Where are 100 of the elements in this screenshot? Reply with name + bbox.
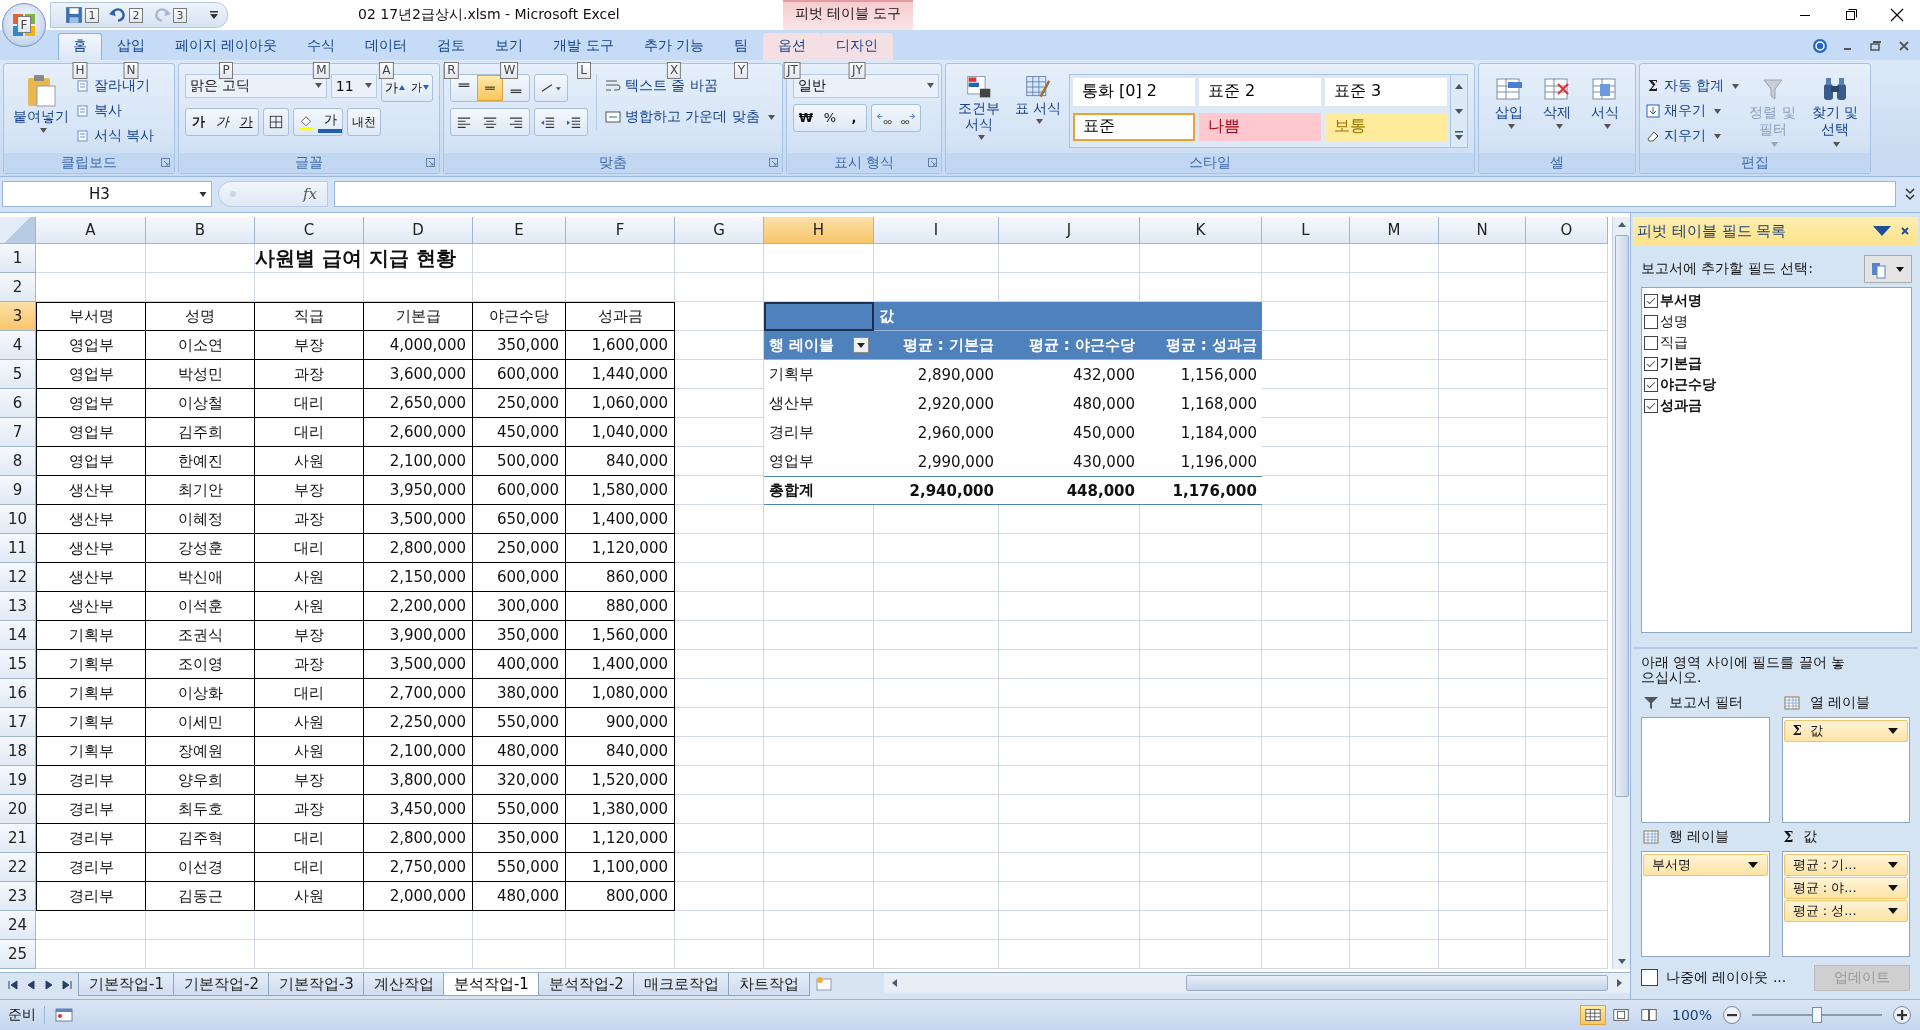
row-header[interactable]: 9 bbox=[0, 476, 36, 506]
zoom-level[interactable]: 100% bbox=[1671, 1007, 1712, 1024]
ribbon-tab[interactable]: 데이터 bbox=[350, 32, 423, 60]
merge-center-button[interactable]: 병합하고 가운데 맞춤 bbox=[605, 104, 775, 130]
column-header[interactable]: C bbox=[255, 217, 364, 245]
column-header[interactable]: O bbox=[1526, 217, 1608, 245]
row-header[interactable]: 16 bbox=[0, 679, 36, 709]
field-chip[interactable]: 평균 : 기... bbox=[1783, 853, 1908, 876]
values-area[interactable]: 평균 : 기... 평균 : 야... 평균 : 성... bbox=[1781, 850, 1910, 957]
column-header[interactable]: K bbox=[1140, 217, 1262, 245]
font-size-dropdown[interactable]: 11 bbox=[330, 73, 377, 98]
row-header[interactable]: 11 bbox=[0, 534, 36, 564]
italic-button[interactable]: 가 bbox=[210, 108, 234, 135]
scrollbar-thumb[interactable] bbox=[1185, 975, 1608, 992]
clear-button[interactable]: 지우기 bbox=[1646, 123, 1740, 149]
macro-record-icon[interactable] bbox=[55, 1007, 73, 1024]
row-header[interactable]: 25 bbox=[0, 940, 36, 970]
field-checkbox[interactable] bbox=[1644, 335, 1658, 350]
field-label[interactable]: 기본급 bbox=[1660, 354, 1702, 373]
column-header[interactable]: I bbox=[874, 217, 999, 245]
column-header[interactable]: N bbox=[1439, 217, 1526, 245]
zoom-out-button[interactable] bbox=[1722, 1005, 1742, 1026]
bold-button[interactable]: 가 bbox=[186, 108, 210, 135]
sheet-tab[interactable]: 차트작업 bbox=[727, 973, 810, 997]
layout-options-icon[interactable] bbox=[1864, 255, 1912, 284]
row-header[interactable]: 18 bbox=[0, 737, 36, 767]
row-header[interactable]: 10 bbox=[0, 505, 36, 535]
field-chip[interactable]: 평균 : 야... bbox=[1783, 876, 1908, 899]
caret-icon[interactable] bbox=[1887, 883, 1899, 892]
caret-icon[interactable] bbox=[1887, 906, 1899, 915]
column-header[interactable]: A bbox=[36, 217, 146, 245]
column-labels-area[interactable]: Σ 값 bbox=[1781, 716, 1910, 823]
field-checkbox[interactable] bbox=[1644, 377, 1658, 392]
insert-cells-button[interactable]: 삽입 bbox=[1485, 73, 1533, 130]
row-header[interactable]: 17 bbox=[0, 708, 36, 738]
defer-update-label[interactable]: 나중에 레이아웃 ... bbox=[1666, 968, 1787, 987]
currency-button[interactable]: ₩ bbox=[794, 104, 818, 131]
row-header[interactable]: 15 bbox=[0, 650, 36, 680]
field-checkbox[interactable] bbox=[1644, 356, 1658, 371]
conditional-formatting-button[interactable]: 조건부 서식 bbox=[952, 73, 1007, 140]
ribbon-tab[interactable]: 삽입 bbox=[102, 32, 160, 60]
ribbon-tab[interactable]: 개발 도구 bbox=[538, 32, 629, 60]
row-labels-area[interactable]: 부서명 bbox=[1641, 850, 1770, 957]
field-label[interactable]: 성과금 bbox=[1660, 396, 1702, 415]
name-box[interactable]: H3 bbox=[2, 181, 212, 208]
ribbon-tab[interactable]: 디자인 bbox=[821, 32, 894, 60]
panel-menu-icon[interactable] bbox=[1872, 225, 1892, 238]
field-label[interactable]: 성명 bbox=[1660, 312, 1688, 331]
column-header[interactable]: H bbox=[764, 217, 874, 245]
row-header[interactable]: 21 bbox=[0, 824, 36, 854]
undo-button[interactable] bbox=[109, 6, 127, 24]
dialog-launcher-icon[interactable] bbox=[769, 157, 778, 167]
ribbon-tab[interactable]: 수식 bbox=[292, 32, 351, 60]
row-header[interactable]: 19 bbox=[0, 766, 36, 796]
percent-button[interactable]: % bbox=[818, 104, 842, 131]
field-chip[interactable]: 평균 : 성... bbox=[1783, 899, 1908, 922]
font-name-dropdown[interactable]: 맑은 고딕 bbox=[185, 73, 327, 98]
row-header[interactable]: 22 bbox=[0, 853, 36, 883]
column-header[interactable]: B bbox=[146, 217, 255, 245]
dialog-launcher-icon[interactable] bbox=[426, 157, 435, 167]
field-label[interactable]: 부서명 bbox=[1660, 291, 1702, 310]
normal-view-button[interactable] bbox=[1579, 1005, 1606, 1026]
format-as-table-button[interactable]: 표 서식 bbox=[1010, 73, 1065, 124]
cell-style-option[interactable]: 나쁨 bbox=[1199, 112, 1321, 141]
scrollbar-thumb[interactable] bbox=[1614, 235, 1629, 798]
format-cells-button[interactable]: 서식 bbox=[1581, 73, 1629, 130]
field-label[interactable]: 야근수당 bbox=[1660, 375, 1716, 394]
cell-style-option[interactable]: 표준 3 bbox=[1325, 77, 1447, 106]
row-header[interactable]: 20 bbox=[0, 795, 36, 825]
row-header[interactable]: 1 bbox=[0, 244, 36, 274]
close-icon[interactable] bbox=[1900, 226, 1910, 237]
ribbon-tab[interactable]: 검토 bbox=[422, 32, 481, 60]
field-checkbox[interactable] bbox=[1644, 398, 1658, 413]
row-header[interactable]: 12 bbox=[0, 563, 36, 593]
ribbon-tab[interactable]: 팀 bbox=[719, 32, 764, 60]
underline-button[interactable]: 가 bbox=[234, 108, 258, 135]
ribbon-tab[interactable]: 홈 bbox=[58, 32, 102, 60]
row-header[interactable]: 2 bbox=[0, 273, 36, 303]
field-checkbox[interactable] bbox=[1644, 314, 1658, 329]
ribbon-tab[interactable]: 보기 bbox=[480, 32, 539, 60]
sheet-tab[interactable]: 계산작업 bbox=[362, 973, 445, 997]
row-header[interactable]: 6 bbox=[0, 389, 36, 419]
fill-button[interactable]: 채우기 bbox=[1646, 98, 1740, 124]
row-header[interactable]: 8 bbox=[0, 447, 36, 477]
row-header[interactable]: 5 bbox=[0, 360, 36, 390]
row-header[interactable]: 13 bbox=[0, 592, 36, 622]
vertical-align-button[interactable] bbox=[477, 74, 503, 101]
sheet-tab[interactable]: 매크로작업 bbox=[632, 973, 730, 997]
ribbon-tab[interactable]: 페이지 레이아웃 bbox=[160, 32, 293, 60]
find-select-button[interactable]: 찾기 및 선택 bbox=[1805, 73, 1864, 147]
cell-style-option[interactable]: 표준 2 bbox=[1199, 77, 1321, 106]
sheet-tab[interactable]: 기본작업-3 bbox=[267, 973, 365, 997]
paste-button[interactable]: 붙여넣기 bbox=[10, 73, 72, 134]
column-header[interactable]: F bbox=[566, 217, 675, 245]
active-cell[interactable] bbox=[764, 302, 874, 332]
row-header[interactable]: 24 bbox=[0, 911, 36, 941]
caret-icon[interactable] bbox=[1887, 726, 1899, 735]
decrease-font-button[interactable]: 가 bbox=[408, 74, 432, 101]
column-header[interactable]: J bbox=[999, 217, 1140, 245]
row-header[interactable]: 14 bbox=[0, 621, 36, 651]
